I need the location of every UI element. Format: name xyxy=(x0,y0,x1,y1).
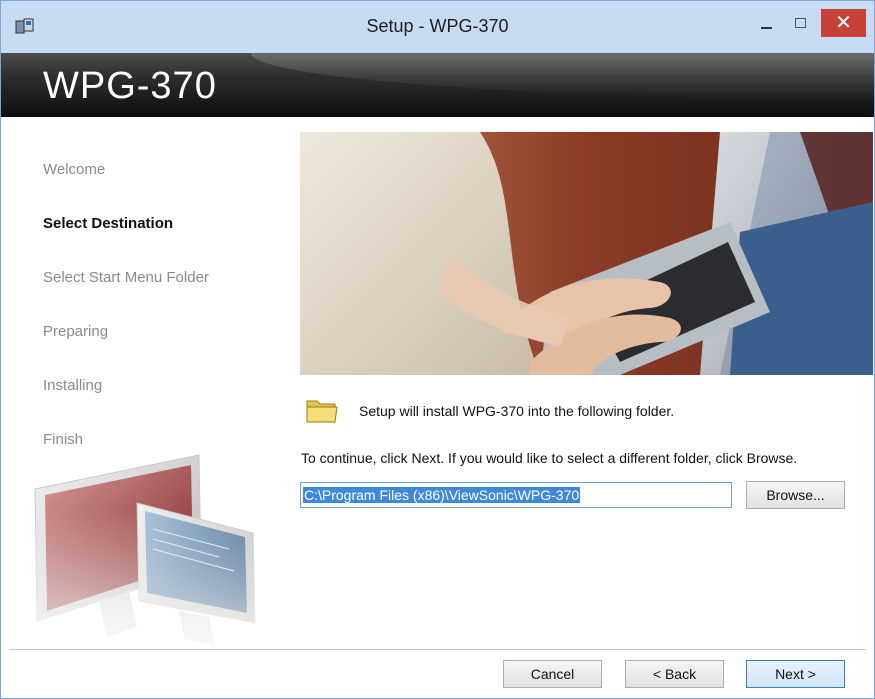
folder-icon xyxy=(306,400,338,423)
sidebar-item-welcome: Welcome xyxy=(43,161,106,178)
install-info-text: Setup will install WPG-370 into the foll… xyxy=(359,403,675,419)
minimize-icon[interactable] xyxy=(753,11,779,37)
setup-window: Setup - WPG-370 ✕ WPG-370 Welcome Select… xyxy=(0,0,875,699)
sidebar-item-select-destination: Select Destination xyxy=(43,215,174,232)
back-button[interactable]: < Back xyxy=(625,660,724,688)
window-title: Setup - WPG-370 xyxy=(366,16,509,36)
product-name: WPG-370 xyxy=(43,65,217,107)
maximize-icon[interactable] xyxy=(787,11,813,37)
sidebar-item-preparing: Preparing xyxy=(43,323,109,340)
close-icon[interactable]: ✕ xyxy=(821,9,866,37)
header-banner: WPG-370 xyxy=(1,53,874,117)
monitor-illustration xyxy=(29,454,269,651)
destination-path-value: C:\Program Files (x86)\ViewSonic\WPG-370 xyxy=(303,487,581,503)
browse-button[interactable]: Browse... xyxy=(746,481,845,509)
destination-path-input[interactable]: C:\Program Files (x86)\ViewSonic\WPG-370 xyxy=(300,482,732,508)
footer-divider xyxy=(9,649,866,650)
sidebar-item-select-start-menu-folder: Select Start Menu Folder xyxy=(43,269,209,286)
sidebar-item-installing: Installing xyxy=(43,377,103,394)
sidebar-item-finish: Finish xyxy=(43,431,84,448)
title-bar[interactable]: Setup - WPG-370 ✕ xyxy=(1,1,874,53)
next-button[interactable]: Next > xyxy=(746,660,845,688)
hero-photo xyxy=(300,132,873,375)
banner-shine xyxy=(251,53,874,99)
continue-instructions: To continue, click Next. If you would li… xyxy=(301,450,798,466)
cancel-button[interactable]: Cancel xyxy=(503,660,602,688)
